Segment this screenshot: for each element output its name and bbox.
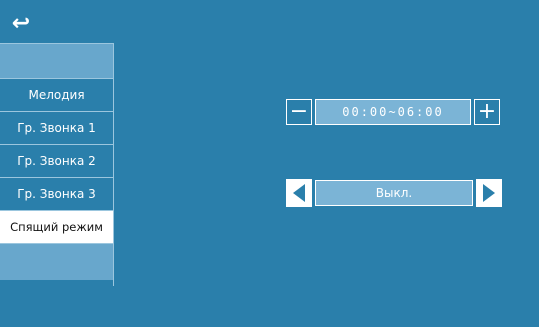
sidebar-item-sleep-mode[interactable]: Спящий режим (0, 211, 113, 244)
sidebar-item-call-group-2[interactable]: Гр. Звонка 2 (0, 145, 113, 178)
sidebar-item-label: Гр. Звонка 2 (17, 154, 96, 168)
screen: ↩ Мелодия Гр. Звонка 1 Гр. Звонка 2 Гр. … (0, 0, 539, 327)
mode-selector: Выкл. (286, 179, 502, 207)
mode-value-field[interactable]: Выкл. (315, 180, 473, 206)
sidebar-item-label: Мелодия (28, 88, 85, 102)
sidebar-spacer-bottom (0, 244, 113, 280)
sidebar-item-call-group-3[interactable]: Гр. Звонка 3 (0, 178, 113, 211)
sidebar-spacer-top (0, 44, 113, 79)
sidebar-item-label: Спящий режим (10, 220, 103, 234)
increase-button[interactable]: + (474, 99, 500, 125)
back-button[interactable]: ↩ (8, 10, 34, 36)
previous-option-button[interactable] (286, 179, 312, 207)
sidebar-item-call-group-1[interactable]: Гр. Звонка 1 (0, 112, 113, 145)
triangle-left-icon (293, 184, 305, 202)
time-range-control: − 00:00~06:00 + (286, 99, 500, 127)
sidebar: Мелодия Гр. Звонка 1 Гр. Звонка 2 Гр. Зв… (0, 43, 114, 286)
decrease-button[interactable]: − (286, 99, 312, 125)
minus-icon: − (289, 99, 309, 124)
return-arrow-icon: ↩ (11, 10, 31, 36)
sidebar-item-label: Гр. Звонка 3 (17, 187, 96, 201)
plus-icon: + (477, 99, 497, 124)
sidebar-item-melody[interactable]: Мелодия (0, 79, 113, 112)
triangle-right-icon (483, 184, 495, 202)
sidebar-item-label: Гр. Звонка 1 (17, 121, 96, 135)
time-range-field[interactable]: 00:00~06:00 (315, 99, 471, 125)
next-option-button[interactable] (476, 179, 502, 207)
